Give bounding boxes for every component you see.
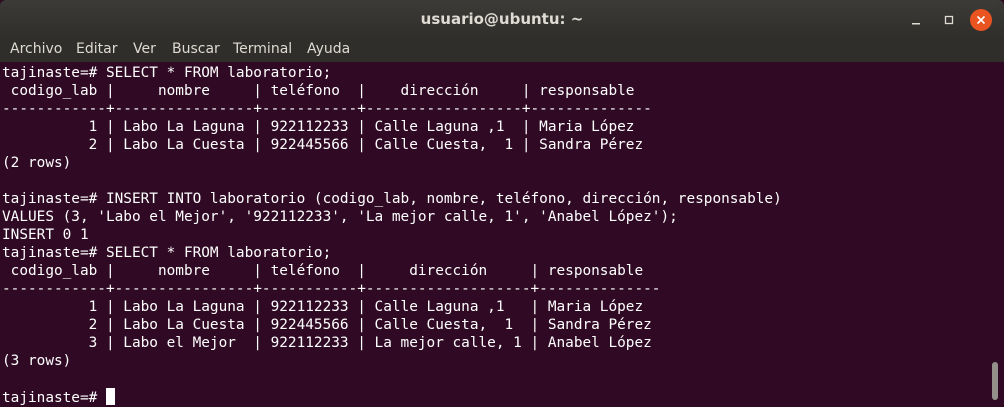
terminal-line: ------------+----------------+----------… — [2, 281, 661, 297]
close-icon — [976, 15, 986, 25]
menu-bar: Archivo Editar Ver Buscar Terminal Ayuda — [0, 38, 1004, 62]
prompt-line[interactable]: tajinaste=# — [2, 388, 115, 406]
terminal-line: 2 | Labo La Cuesta | 922445566 | Calle C… — [2, 137, 644, 153]
terminal-line: tajinaste=# INSERT INTO laboratorio (cod… — [2, 191, 782, 207]
terminal-line: 1 | Labo La Laguna | 922112233 | Calle L… — [2, 119, 635, 135]
window-title: usuario@ubuntu: ~ — [420, 10, 584, 28]
terminal-area[interactable]: tajinaste=# SELECT * FROM laboratorio; c… — [0, 62, 988, 406]
scrollbar-thumb[interactable] — [992, 362, 998, 400]
terminal-line: 2 | Labo La Cuesta | 922445566 | Calle C… — [2, 317, 652, 333]
close-button[interactable] — [970, 9, 992, 31]
maximize-button[interactable] — [938, 9, 960, 31]
terminal-line: VALUES (3, 'Labo el Mejor', '922112233',… — [2, 209, 678, 225]
terminal-line: 1 | Labo La Laguna | 922112233 | Calle L… — [2, 299, 644, 315]
menu-ver[interactable]: Ver — [133, 41, 156, 57]
minimize-button[interactable] — [905, 9, 927, 31]
terminal-line: INSERT 0 1 — [2, 227, 89, 243]
terminal-line: ------------+----------------+----------… — [2, 101, 652, 117]
terminal-line: (2 rows) — [2, 155, 72, 171]
shell-prompt: tajinaste=# — [2, 390, 106, 406]
terminal-line: (3 rows) — [2, 353, 72, 369]
terminal-line: codigo_lab | nombre | teléfono | direcci… — [2, 83, 635, 99]
terminal-line: tajinaste=# SELECT * FROM laboratorio; — [2, 65, 332, 81]
text-cursor — [105, 388, 115, 405]
menu-archivo[interactable]: Archivo — [10, 41, 62, 57]
maximize-icon — [944, 15, 954, 25]
menu-editar[interactable]: Editar — [76, 41, 117, 57]
menu-ayuda[interactable]: Ayuda — [307, 41, 350, 57]
title-bar[interactable]: usuario@ubuntu: ~ — [0, 0, 1004, 38]
terminal-line: tajinaste=# SELECT * FROM laboratorio; — [2, 245, 332, 261]
terminal-line: codigo_lab | nombre | teléfono | direcci… — [2, 263, 644, 279]
menu-terminal[interactable]: Terminal — [233, 41, 292, 57]
menu-buscar[interactable]: Buscar — [172, 41, 220, 57]
minimize-icon — [912, 23, 920, 25]
terminal-line: 3 | Labo el Mejor | 922112233 | La mejor… — [2, 335, 652, 351]
